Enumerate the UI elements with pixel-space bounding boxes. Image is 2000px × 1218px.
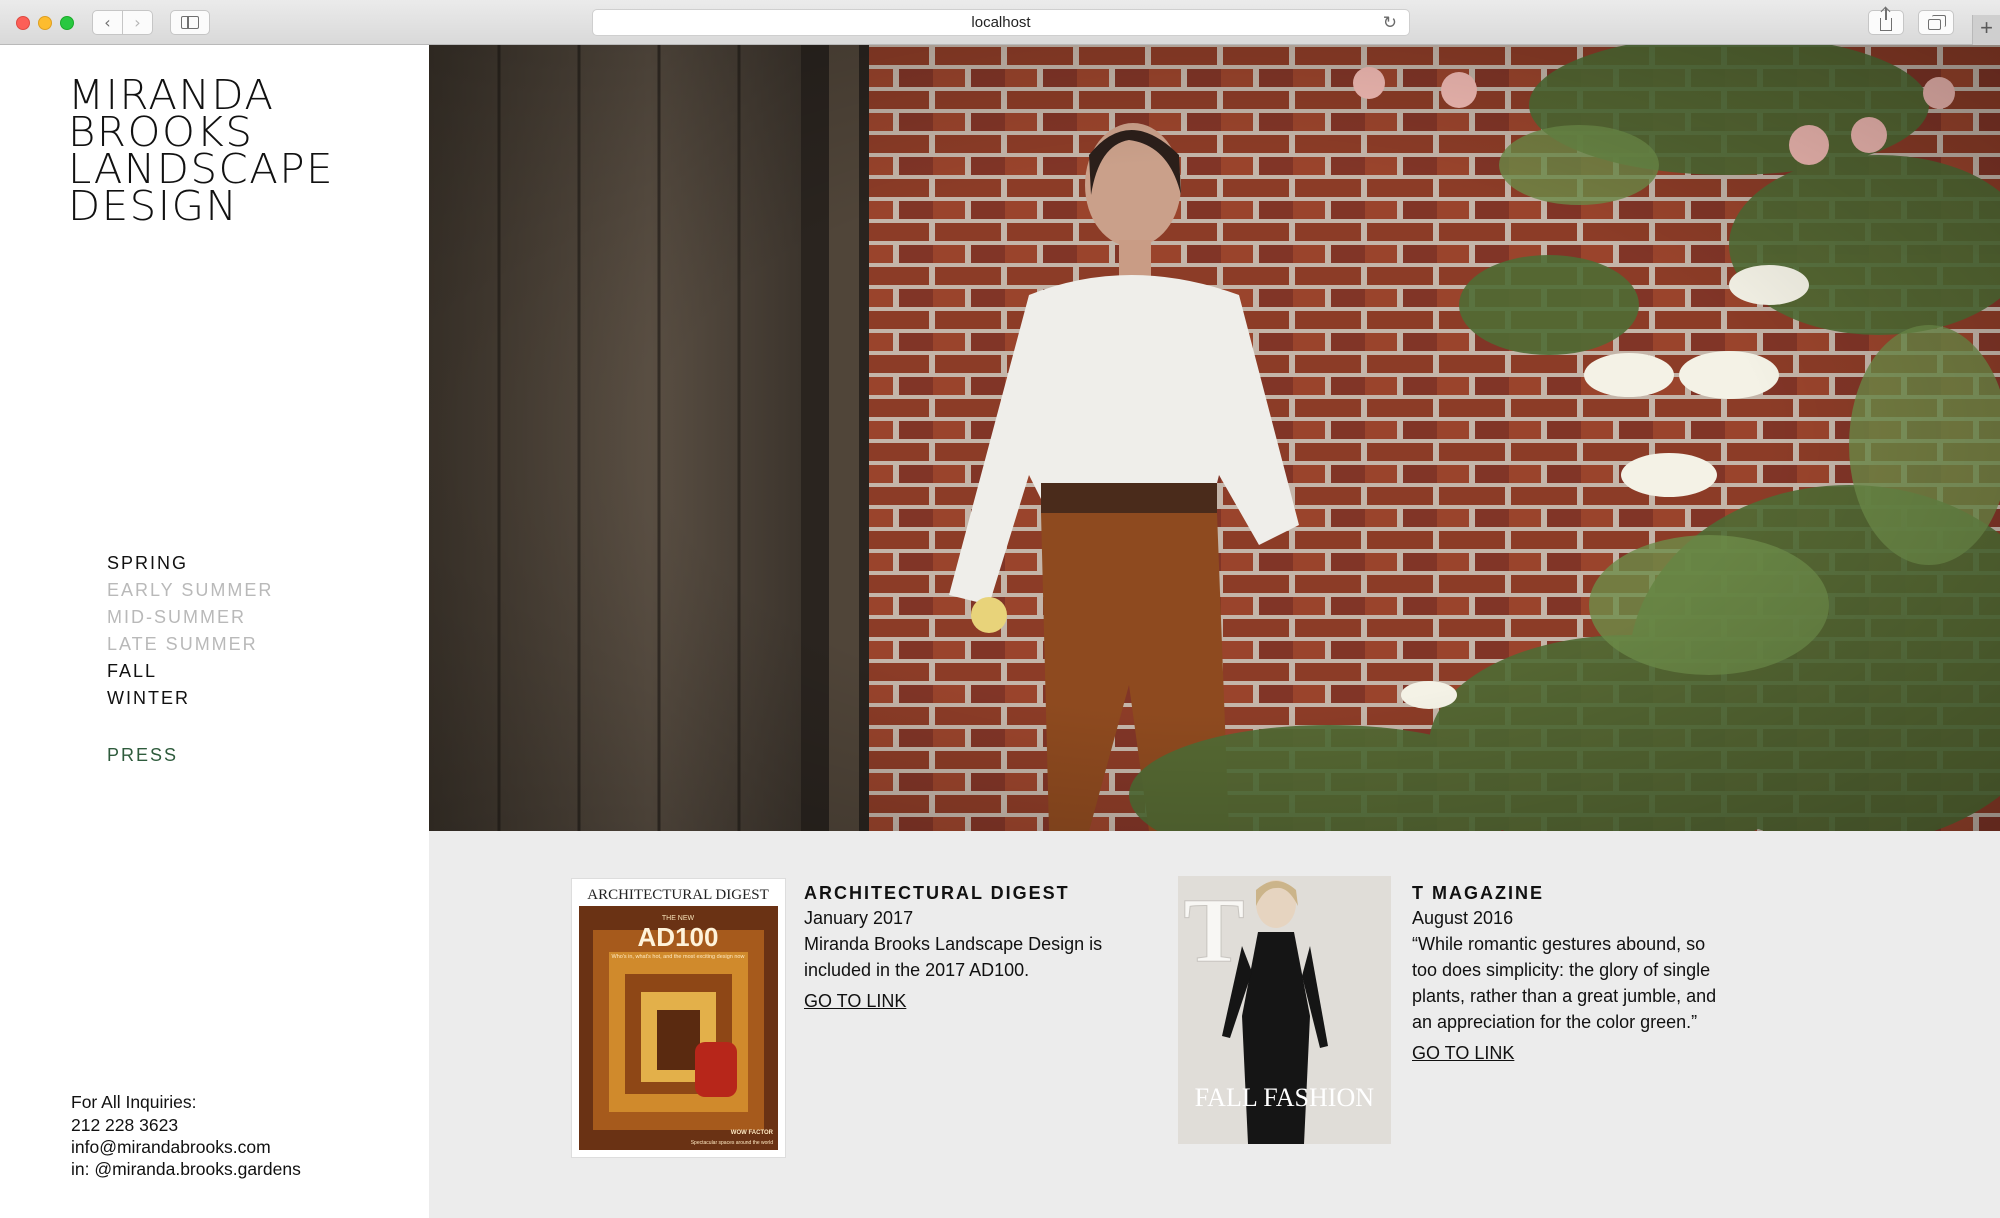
- press-date: August 2016: [1412, 908, 1514, 928]
- press-section: ARCHITECTURAL DIGEST THE NEW AD100 Who's…: [429, 831, 2000, 1218]
- zoom-window-button[interactable]: [60, 16, 74, 30]
- nav-item-winter[interactable]: WINTER: [107, 685, 273, 712]
- contact-heading: For All Inquiries:: [71, 1092, 197, 1112]
- browser-toolbar: ‹ › localhost ↻ +: [0, 0, 2000, 45]
- hero-image: [429, 45, 2000, 831]
- hero-photo: [429, 45, 2000, 831]
- reload-icon[interactable]: ↻: [1383, 13, 1397, 33]
- press-info: ARCHITECTURAL DIGEST January 2017 Mirand…: [804, 879, 1124, 1012]
- show-tabs-button[interactable]: [1918, 10, 1954, 35]
- nav-item-press[interactable]: PRESS: [107, 745, 178, 766]
- minimize-window-button[interactable]: [38, 16, 52, 30]
- forward-button[interactable]: ›: [122, 10, 153, 35]
- press-publication: T MAGAZINE: [1412, 883, 1544, 903]
- t-cover-art: T FALL FASHION: [1178, 876, 1391, 1144]
- press-publication: ARCHITECTURAL DIGEST: [804, 883, 1070, 903]
- site-sidebar: MIRANDA BROOKS LANDSCAPE DESIGN SPRING E…: [0, 45, 429, 1218]
- season-nav: SPRING EARLY SUMMER MID-SUMMER LATE SUMM…: [107, 550, 273, 712]
- ad-cover-tagline: Who's in, what's hot, and the most excit…: [612, 954, 745, 960]
- t-magazine-cover[interactable]: T FALL FASHION: [1178, 876, 1391, 1144]
- press-description: “While romantic gestures abound, so too …: [1412, 934, 1717, 1032]
- ad-cover-footer-title: WOW FACTOR: [731, 1130, 774, 1136]
- chevron-right-icon: ›: [134, 13, 141, 32]
- share-button[interactable]: [1868, 8, 1904, 35]
- chevron-left-icon: ‹: [104, 13, 111, 32]
- nav-item-mid-summer[interactable]: MID-SUMMER: [107, 604, 273, 631]
- nav-item-fall[interactable]: FALL: [107, 658, 273, 685]
- sidebar-toggle-button[interactable]: [170, 10, 210, 35]
- press-date: January 2017: [804, 908, 914, 928]
- t-cover-headline: FALL FASHION: [1195, 1083, 1375, 1112]
- nav-item-early-summer[interactable]: EARLY SUMMER: [107, 577, 273, 604]
- press-description: Miranda Brooks Landscape Design is inclu…: [804, 934, 1103, 980]
- share-icon: [1880, 8, 1892, 31]
- logo-line: DESIGN: [68, 182, 239, 230]
- ad-cover-headline: AD100: [638, 922, 719, 952]
- site-logo[interactable]: MIRANDA BROOKS LANDSCAPE DESIGN: [68, 75, 334, 230]
- url-text: localhost: [971, 14, 1031, 31]
- contact-phone[interactable]: 212 228 3623: [71, 1114, 301, 1136]
- ad-magazine-cover[interactable]: ARCHITECTURAL DIGEST THE NEW AD100 Who's…: [572, 879, 785, 1157]
- press-info: T MAGAZINE August 2016 “While romantic g…: [1412, 879, 1732, 1064]
- close-window-button[interactable]: [16, 16, 30, 30]
- nav-item-late-summer[interactable]: LATE SUMMER: [107, 631, 273, 658]
- contact-email[interactable]: info@mirandabrooks.com: [71, 1136, 301, 1158]
- tabs-icon: [1927, 15, 1946, 30]
- back-button[interactable]: ‹: [92, 10, 123, 35]
- address-bar[interactable]: localhost ↻: [592, 9, 1410, 36]
- contact-instagram[interactable]: in: @miranda.brooks.gardens: [71, 1158, 301, 1180]
- ad-cover-kicker: THE NEW: [662, 915, 695, 922]
- sidebar-icon: [181, 16, 199, 29]
- go-to-link[interactable]: GO TO LINK: [804, 991, 906, 1012]
- ad-cover-masthead: ARCHITECTURAL DIGEST: [587, 887, 769, 903]
- contact-info: For All Inquiries: 212 228 3623 info@mir…: [71, 1091, 301, 1180]
- go-to-link[interactable]: GO TO LINK: [1412, 1043, 1514, 1064]
- nav-item-spring[interactable]: SPRING: [107, 550, 273, 577]
- ad-cover-footer-text: Spectacular spaces around the world: [691, 1140, 773, 1146]
- t-cover-masthead: T: [1183, 879, 1244, 981]
- ad-cover-art: ARCHITECTURAL DIGEST THE NEW AD100 Who's…: [575, 882, 782, 1154]
- new-tab-button[interactable]: +: [1972, 15, 2000, 45]
